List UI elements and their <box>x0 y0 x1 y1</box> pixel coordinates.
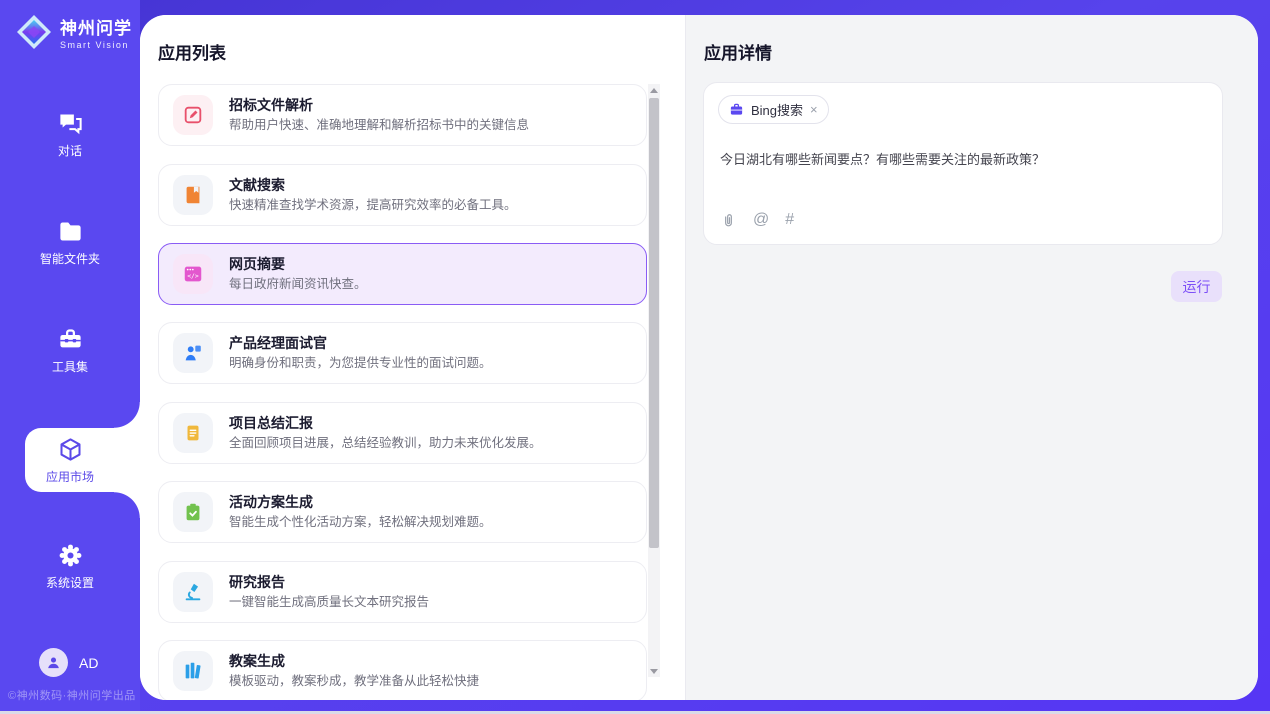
app-card-project-summary[interactable]: 项目总结汇报 全面回顾项目进展，总结经验教训，助力未来优化发展。 <box>158 402 647 464</box>
sidebar-item-label: 工具集 <box>52 358 88 375</box>
app-desc: 每日政府新闻资讯快查。 <box>229 278 367 291</box>
app-icon-tile: </> <box>173 254 213 294</box>
scrollbar-down-arrow[interactable] <box>648 665 660 677</box>
app-icon-tile <box>173 651 213 691</box>
report-document-icon <box>182 422 204 444</box>
app-title: 活动方案生成 <box>229 495 492 509</box>
interviewer-icon <box>182 342 204 364</box>
cube-icon <box>57 436 84 463</box>
clipboard-check-icon <box>182 501 204 523</box>
sidebar-item-label: 应用市场 <box>46 468 94 485</box>
app-title: 招标文件解析 <box>229 98 529 112</box>
sidebar-item-label: 对话 <box>58 142 82 159</box>
sidebar: 神州问学 Smart Vision 对话 智能文件夹 工具集 <box>0 0 140 711</box>
app-list-panel: 应用列表 招标文件解析 帮助用户快速、准确地理解和解析招标书中的关键信息 <box>140 15 685 700</box>
tool-tag-label: Bing搜索 <box>751 100 803 119</box>
hash-icon[interactable]: # <box>785 211 794 229</box>
folder-icon <box>57 218 84 245</box>
composer-toolbar: @ # <box>720 211 794 229</box>
app-desc: 全面回顾项目进展，总结经验教训，助力未来优化发展。 <box>229 437 542 450</box>
app-icon-tile <box>173 175 213 215</box>
active-nav-curve-top <box>114 402 140 428</box>
app-detail-panel: 应用详情 Bing搜索 × 今日湖北有哪些新闻要点？有哪些需要关注的最新政策？ … <box>685 15 1258 700</box>
app-card-research-report[interactable]: 研究报告 一键智能生成高质量长文本研究报告 <box>158 561 647 623</box>
app-icon-tile <box>173 572 213 612</box>
web-code-icon: </> <box>182 263 204 285</box>
run-button[interactable]: 运行 <box>1171 271 1222 302</box>
app-title: 项目总结汇报 <box>229 416 542 430</box>
app-desc: 智能生成个性化活动方案，轻松解决规划难题。 <box>229 516 492 529</box>
sidebar-item-label: 系统设置 <box>46 574 94 591</box>
diamond-logo-icon <box>15 13 53 51</box>
sidebar-item-label: 智能文件夹 <box>40 250 100 267</box>
sidebar-item-settings[interactable]: 系统设置 <box>0 542 140 591</box>
app-list-title: 应用列表 <box>158 39 226 64</box>
query-input[interactable]: 今日湖北有哪些新闻要点？有哪些需要关注的最新政策？ <box>720 149 1200 168</box>
user-avatar-icon <box>45 654 62 671</box>
app-card-web-summary[interactable]: </> 网页摘要 每日政府新闻资讯快查。 <box>158 243 647 305</box>
app-card-pm-interviewer[interactable]: 产品经理面试官 明确身份和职责，为您提供专业性的面试问题。 <box>158 322 647 384</box>
list-scrollbar[interactable] <box>648 84 660 677</box>
app-card-lesson-plan[interactable]: 教案生成 模板驱动，教案秒成，教学准备从此轻松快捷 <box>158 640 647 700</box>
app-card-tender-parse[interactable]: 招标文件解析 帮助用户快速、准确地理解和解析招标书中的关键信息 <box>158 84 647 146</box>
app-desc: 帮助用户快速、准确地理解和解析招标书中的关键信息 <box>229 119 529 132</box>
app-title: 文献搜索 <box>229 178 517 192</box>
app-detail-title: 应用详情 <box>704 39 772 64</box>
app-icon-tile <box>173 413 213 453</box>
microscope-icon <box>182 581 204 603</box>
user-account[interactable]: AD <box>39 648 98 677</box>
brand-logo: 神州问学 Smart Vision <box>15 13 132 51</box>
app-title: 教案生成 <box>229 654 479 668</box>
user-name: AD <box>79 655 98 671</box>
svg-text:</>: </> <box>187 272 199 280</box>
app-desc: 明确身份和职责，为您提供专业性的面试问题。 <box>229 357 492 370</box>
sidebar-item-smart-folder[interactable]: 智能文件夹 <box>0 218 140 267</box>
books-icon <box>182 660 204 682</box>
active-nav-curve-bottom <box>114 492 140 518</box>
app-desc: 模板驱动，教案秒成，教学准备从此轻松快捷 <box>229 675 479 688</box>
app-card-literature-search[interactable]: 文献搜索 快速精准查找学术资源，提高研究效率的必备工具。 <box>158 164 647 226</box>
book-icon <box>182 184 204 206</box>
scrollbar-up-arrow[interactable] <box>648 84 660 96</box>
prompt-card: Bing搜索 × 今日湖北有哪些新闻要点？有哪些需要关注的最新政策？ @ # <box>703 82 1223 245</box>
app-title: 产品经理面试官 <box>229 336 492 350</box>
attachment-icon[interactable] <box>720 212 737 229</box>
sidebar-item-app-market[interactable]: 应用市场 <box>0 436 140 485</box>
edit-document-icon <box>182 104 204 126</box>
avatar <box>39 648 68 677</box>
app-icon-tile <box>173 95 213 135</box>
sidebar-item-chat[interactable]: 对话 <box>0 110 140 159</box>
chat-icon <box>57 110 84 137</box>
app-icon-tile <box>173 492 213 532</box>
tool-tag-bing-search[interactable]: Bing搜索 × <box>718 95 829 124</box>
briefcase-icon <box>729 102 744 117</box>
copyright-footer: ©神州数码·神州问学出品 <box>8 687 136 703</box>
app-desc: 快速精准查找学术资源，提高研究效率的必备工具。 <box>229 199 517 212</box>
scrollbar-thumb[interactable] <box>649 98 659 548</box>
close-icon[interactable]: × <box>810 103 818 116</box>
app-card-event-plan[interactable]: 活动方案生成 智能生成个性化活动方案，轻松解决规划难题。 <box>158 481 647 543</box>
mention-icon[interactable]: @ <box>753 211 769 229</box>
app-desc: 一键智能生成高质量长文本研究报告 <box>229 596 429 609</box>
sidebar-item-toolset[interactable]: 工具集 <box>0 326 140 375</box>
app-title: 网页摘要 <box>229 257 367 271</box>
brand-subtitle: Smart Vision <box>60 40 132 50</box>
app-title: 研究报告 <box>229 575 429 589</box>
app-icon-tile <box>173 333 213 373</box>
main-content: 应用列表 招标文件解析 帮助用户快速、准确地理解和解析招标书中的关键信息 <box>140 15 1258 700</box>
brand-name: 神州问学 <box>60 14 132 39</box>
toolbox-icon <box>57 326 84 353</box>
gear-icon <box>57 542 84 569</box>
